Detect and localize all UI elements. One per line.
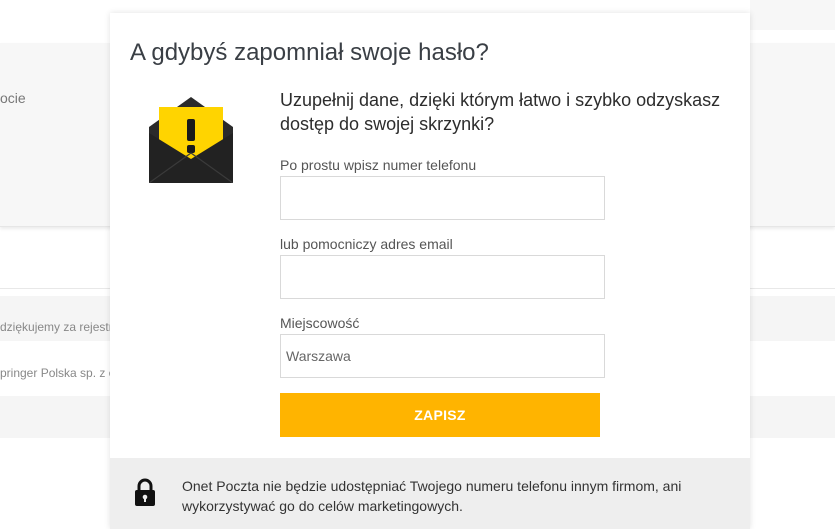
background-top-strip: [750, 0, 835, 30]
email-label: lub pomocniczy adres email: [280, 236, 453, 252]
email-input[interactable]: [280, 255, 605, 299]
background-text: dziękujemy za rejestra: [0, 320, 120, 334]
city-input[interactable]: [280, 334, 605, 378]
background-text: pringer Polska sp. z o: [0, 366, 116, 380]
lock-icon: [135, 478, 155, 506]
phone-label: Po prostu wpisz numer telefonu: [280, 157, 477, 173]
privacy-notice: Onet Poczta nie będzie udostępniać Twoje…: [182, 478, 682, 514]
phone-input[interactable]: [280, 176, 605, 220]
password-recovery-modal: A gdybyś zapomniał swoje hasło? Uzupełni…: [110, 13, 750, 529]
instruction-text: Uzupełnij dane, dzięki którym łatwo i sz…: [280, 90, 721, 134]
privacy-footer: Onet Poczta nie będzie udostępniać Twoje…: [110, 458, 750, 529]
warning-envelope-icon: [149, 97, 233, 183]
modal-title: A gdybyś zapomniał swoje hasło?: [130, 39, 489, 66]
save-button[interactable]: ZAPISZ: [280, 393, 600, 437]
city-label: Miejscowość: [280, 315, 360, 331]
background-text: ocie: [0, 90, 26, 106]
